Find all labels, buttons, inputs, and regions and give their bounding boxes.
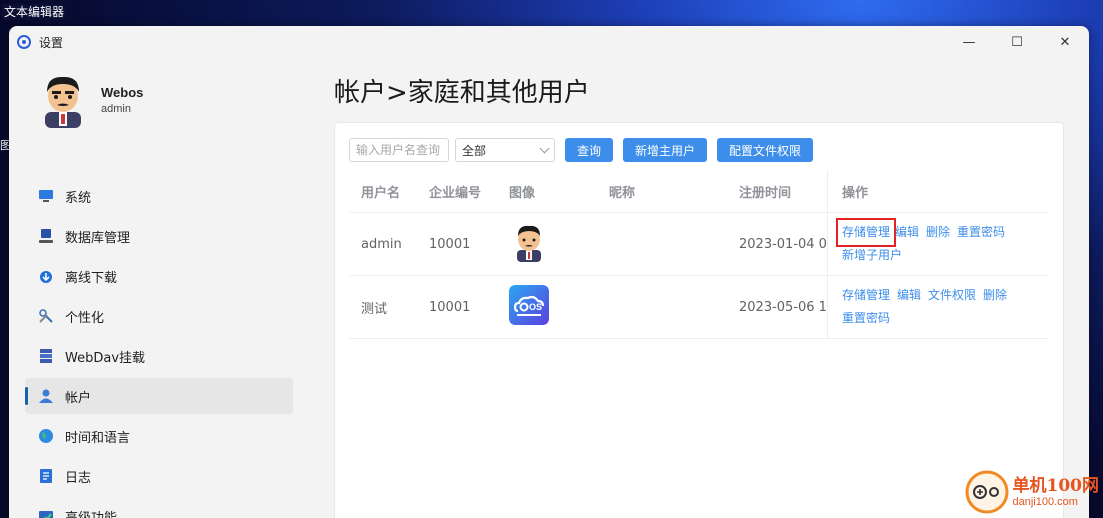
delete-link[interactable]: 删除 <box>983 284 1007 307</box>
delete-link[interactable]: 删除 <box>926 221 950 244</box>
sidebar-item-label: 高级功能 <box>65 510 118 518</box>
personalize-icon <box>38 308 54 324</box>
table-row: 测试 10001 OS 2023-05-06 16 存储管理 编辑 文件权限 删… <box>349 276 1049 339</box>
filter-select-value: 全部 <box>462 143 487 158</box>
filter-select[interactable]: 全部 <box>455 138 555 162</box>
add-main-user-button[interactable]: 新增主用户 <box>623 138 708 162</box>
users-panel: 全部 查询 新增主用户 配置文件权限 用户名 企业编号 图像 昵称 注册时间 操… <box>334 122 1064 518</box>
svg-text:OS: OS <box>529 302 542 312</box>
cell-ops: 存储管理 编辑 文件权限 删除 重置密码 <box>827 276 1049 338</box>
sidebar-item-label: 帐户 <box>65 390 92 406</box>
profile-name: Webos <box>101 85 144 100</box>
sidebar-item-label: 数据库管理 <box>65 230 131 246</box>
settings-gear-icon <box>17 35 31 49</box>
main-content: 帐户>家庭和其他用户 全部 查询 新增主用户 配置文件权限 用户名 企业编号 图… <box>334 58 1089 518</box>
reset-password-link[interactable]: 重置密码 <box>842 307 890 330</box>
column-header-ops: 操作 <box>827 171 1049 212</box>
sidebar-item-label: 时间和语言 <box>65 430 131 446</box>
watermark-logo-icon <box>965 470 1008 514</box>
globe-icon <box>38 428 54 444</box>
file-permission-link[interactable]: 文件权限 <box>928 284 976 307</box>
maximize-button[interactable]: ☐ <box>993 26 1041 58</box>
sidebar-item-offline-download[interactable]: 离线下载 <box>25 258 293 294</box>
query-button[interactable]: 查询 <box>565 138 614 162</box>
column-header-image: 图像 <box>509 186 536 201</box>
sidebar-item-personalize[interactable]: 个性化 <box>25 298 293 334</box>
add-sub-user-link[interactable]: 新增子用户 <box>842 244 902 267</box>
title-bar: 设置 — ☐ ✕ <box>9 26 1089 58</box>
sidebar-item-webdav[interactable]: WebDav挂载 <box>25 338 293 374</box>
sidebar-item-system[interactable]: 系统 <box>25 178 293 214</box>
minimize-button[interactable]: — <box>945 26 993 58</box>
window-title: 设置 <box>39 35 64 50</box>
column-header-corp: 企业编号 <box>429 186 482 201</box>
table-row: admin 10001 2023-01-04 02 存储管理 编辑 删除 重置密… <box>349 213 1049 276</box>
cell-image <box>509 222 609 266</box>
cell-user: admin <box>361 236 402 252</box>
users-table: 用户名 企业编号 图像 昵称 注册时间 操作 admin 10001 2023-… <box>349 171 1049 339</box>
cell-corp: 10001 <box>429 299 471 315</box>
page-title: 帐户>家庭和其他用户 <box>334 78 590 108</box>
cloud-os-icon: OS <box>509 285 549 325</box>
close-button[interactable]: ✕ <box>1041 26 1089 58</box>
edit-link[interactable]: 编辑 <box>895 221 919 244</box>
log-icon <box>38 468 54 484</box>
monitor-icon <box>38 188 54 204</box>
sidebar-nav: 系统 数据库管理 离线下载 个性化 WebDav挂载 帐户 时间和语言 日志 高… <box>25 178 293 518</box>
desktop-app-label: 文本编辑器 <box>2 4 67 20</box>
cell-user: 测试 <box>361 301 388 317</box>
sidebar: Webos admin 系统 数据库管理 离线下载 个性化 WebDav挂载 帐… <box>9 58 309 518</box>
search-input[interactable] <box>349 138 449 162</box>
chevron-down-icon <box>539 143 550 153</box>
profile-role: admin <box>101 103 131 115</box>
settings-window: 设置 — ☐ ✕ Webos admin 系统 数据库管理 离线下载 个性化 W… <box>9 26 1089 518</box>
column-header-time: 注册时间 <box>739 186 792 201</box>
server-icon <box>38 348 54 364</box>
storage-manage-link[interactable]: 存储管理 <box>835 218 897 247</box>
toolbar: 全部 查询 新增主用户 配置文件权限 <box>349 138 814 162</box>
sidebar-item-label: 日志 <box>65 470 92 486</box>
user-icon <box>38 388 54 404</box>
database-icon <box>38 228 54 244</box>
cell-time: 2023-05-06 16 <box>739 299 827 315</box>
watermark: 单机100网 danji100.com <box>965 470 1100 514</box>
watermark-text: 单机100网 <box>1012 476 1100 496</box>
reset-password-link[interactable]: 重置密码 <box>957 221 1005 244</box>
sidebar-item-account[interactable]: 帐户 <box>25 378 293 414</box>
cell-corp: 10001 <box>429 236 471 252</box>
sidebar-item-label: 系统 <box>65 190 92 206</box>
cell-image: OS <box>509 285 609 329</box>
sidebar-item-log[interactable]: 日志 <box>25 458 293 494</box>
advanced-icon <box>38 508 54 518</box>
avatar-icon <box>517 225 541 262</box>
sidebar-item-time-language[interactable]: 时间和语言 <box>25 418 293 454</box>
edit-link[interactable]: 编辑 <box>897 284 921 307</box>
avatar-icon <box>45 76 81 128</box>
sidebar-item-label: 个性化 <box>65 310 105 326</box>
sidebar-item-advanced[interactable]: 高级功能 <box>25 498 293 518</box>
sidebar-item-label: 离线下载 <box>65 270 118 286</box>
cell-ops: 存储管理 编辑 删除 重置密码 新增子用户 <box>827 213 1049 275</box>
file-permission-button[interactable]: 配置文件权限 <box>717 138 814 162</box>
sidebar-item-database[interactable]: 数据库管理 <box>25 218 293 254</box>
watermark-subtext: danji100.com <box>1012 496 1078 508</box>
column-header-user: 用户名 <box>361 186 401 201</box>
table-header: 用户名 企业编号 图像 昵称 注册时间 操作 <box>349 171 1049 213</box>
storage-manage-link[interactable]: 存储管理 <box>842 284 890 307</box>
column-header-nickname: 昵称 <box>609 186 636 201</box>
cloud-download-icon <box>38 268 54 284</box>
sidebar-item-label: WebDav挂载 <box>65 350 146 366</box>
user-profile[interactable]: Webos admin <box>35 72 143 128</box>
cell-time: 2023-01-04 02 <box>739 236 827 252</box>
window-controls: — ☐ ✕ <box>945 26 1089 58</box>
